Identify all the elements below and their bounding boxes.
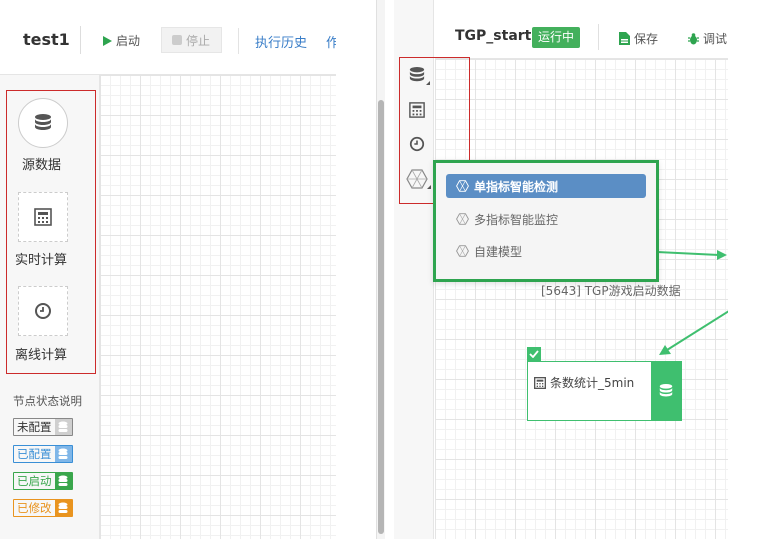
calculator-icon	[534, 376, 546, 389]
calculator-icon	[34, 208, 52, 226]
node-status-strip	[651, 362, 681, 420]
palette-label-offline: 离线计算	[15, 348, 68, 363]
check-icon	[529, 350, 539, 358]
model-dropdown-menu: 单指标智能检测 多指标智能监控 自建模型	[433, 160, 659, 282]
header-divider-2	[238, 28, 239, 54]
history-link[interactable]: 执行历史	[255, 32, 307, 51]
start-label: 启动	[116, 34, 141, 48]
legend-title: 节点状态说明	[13, 394, 82, 408]
menu-item-single-metric[interactable]: 单指标智能检测	[446, 174, 646, 198]
node-checkbox[interactable]	[527, 347, 541, 361]
left-header: test1 启动 停止 执行历史 作	[0, 0, 336, 74]
right-panel: TGP_start 运行中 保存 调试 单指标智能检测 多指标智能监控 自建模型…	[376, 0, 729, 539]
left-panel: test1 启动 停止 执行历史 作 源数据 实时计算 离线计算 节点状态说明 …	[0, 0, 336, 539]
database-icon	[54, 419, 72, 435]
flow-node[interactable]: 条数统计_5min	[527, 361, 682, 421]
node-caption: [5643] TGP游戏启动数据	[541, 284, 681, 298]
palette-item-source[interactable]	[18, 98, 68, 148]
stop-icon	[172, 35, 182, 45]
database-icon	[659, 384, 673, 397]
stop-label: 停止	[186, 33, 211, 48]
menu-item-label: 自建模型	[474, 244, 523, 259]
database-icon	[54, 446, 72, 462]
header-divider	[80, 26, 81, 54]
legend-label: 已启动	[17, 474, 52, 488]
legend-label: 已修改	[17, 501, 52, 515]
menu-item-label: 多指标智能监控	[474, 212, 559, 227]
palette-label-source: 源数据	[22, 158, 62, 173]
clock-icon	[35, 303, 51, 319]
menu-item-multi-metric[interactable]: 多指标智能监控	[446, 207, 646, 231]
left-sidebar: 源数据 实时计算 离线计算 节点状态说明 未配置 已配置 已启动 已修改	[0, 74, 100, 539]
database-icon	[54, 500, 72, 516]
panel-gap	[336, 0, 376, 539]
menu-item-custom-model[interactable]: 自建模型	[446, 239, 646, 263]
legend-label: 已配置	[17, 447, 52, 461]
node-label: 条数统计_5min	[550, 376, 635, 390]
legend-label: 未配置	[17, 420, 52, 434]
hexagon-model-icon	[456, 213, 469, 225]
more-link[interactable]: 作	[326, 32, 336, 51]
palette-item-offline[interactable]	[18, 286, 68, 336]
database-icon	[35, 114, 51, 130]
database-icon	[54, 473, 72, 489]
menu-item-label: 单指标智能检测	[474, 179, 559, 194]
page-title: test1	[23, 30, 70, 49]
left-canvas[interactable]	[100, 74, 336, 539]
node-body: 条数统计_5min	[534, 374, 634, 391]
legend-unconfigured: 未配置	[13, 418, 73, 436]
stop-button[interactable]: 停止	[161, 27, 222, 53]
right-margin	[728, 0, 783, 539]
legend-modified: 已修改	[13, 499, 73, 517]
legend-started: 已启动	[13, 472, 73, 490]
hexagon-model-icon	[456, 245, 469, 257]
hexagon-model-icon	[456, 180, 469, 192]
start-button[interactable]: 启动	[103, 32, 140, 49]
palette-label-realtime: 实时计算	[15, 253, 68, 268]
palette-item-realtime[interactable]	[18, 192, 68, 242]
legend-configured: 已配置	[13, 445, 73, 463]
play-icon	[103, 35, 112, 46]
